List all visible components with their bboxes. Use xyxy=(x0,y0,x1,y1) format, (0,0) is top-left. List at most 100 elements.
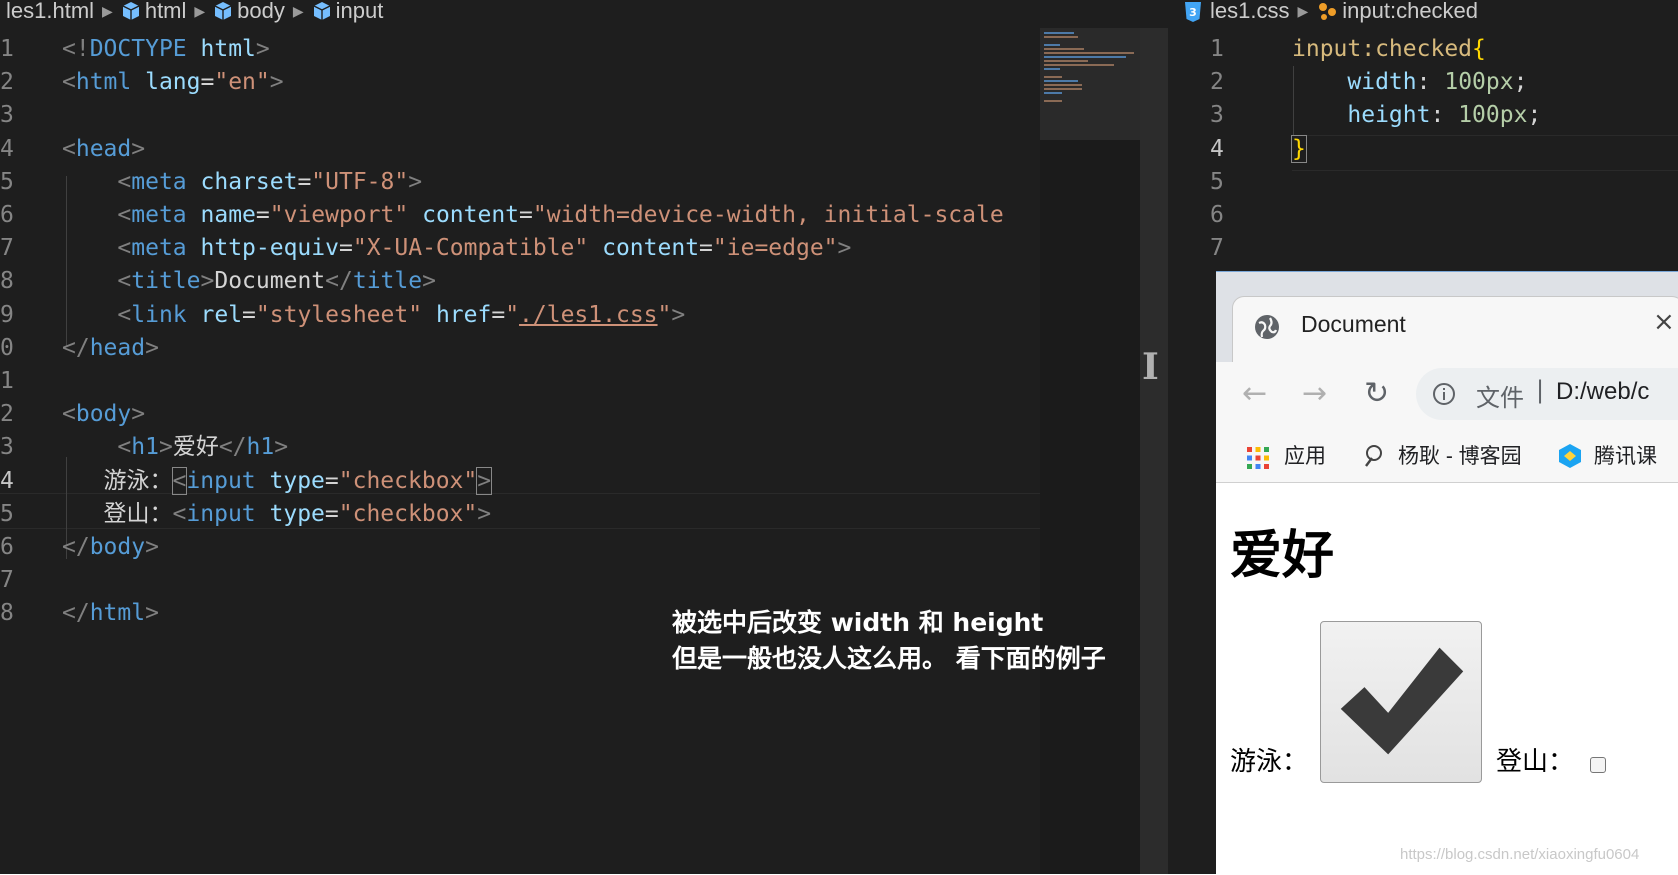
code-token: "UTF-8" xyxy=(311,168,409,195)
code-token: html xyxy=(200,36,256,62)
minimap-line xyxy=(1044,32,1074,34)
minimap-line xyxy=(1044,68,1060,70)
code-token: > xyxy=(422,268,436,295)
breadcrumb-input[interactable]: input xyxy=(336,0,384,22)
code-token: meta xyxy=(131,235,187,262)
code-token: html xyxy=(89,600,146,627)
reload-icon[interactable]: ↻ xyxy=(1364,376,1389,411)
info-icon[interactable] xyxy=(1432,382,1456,406)
arrow-right-icon[interactable]: → xyxy=(1302,376,1327,411)
minimap-line xyxy=(1044,48,1084,50)
browser-toolbar: ← → ↻ 文件 | D:/web/c xyxy=(1216,362,1678,430)
html-editor-pane[interactable]: les1.html ▶ html ▶ body ▶ input 1 <!DOCTYPE htm… xyxy=(0,0,1170,874)
minimap-line xyxy=(1044,80,1078,82)
code-token: " xyxy=(657,301,672,328)
text-cursor-icon: I xyxy=(1142,346,1159,388)
code-token: { xyxy=(1472,36,1486,62)
code-token: "en" xyxy=(214,69,270,96)
code-token: head xyxy=(75,135,132,162)
code-token: = xyxy=(699,235,713,262)
cube-icon xyxy=(214,2,232,20)
apps-grid-icon[interactable] xyxy=(1246,446,1270,470)
bookmark-tencent[interactable]: 腾讯课 xyxy=(1594,440,1657,470)
code-token: type xyxy=(269,500,325,527)
line-number: 7 xyxy=(1210,235,1224,262)
annotation-note: 被选中后改变 width 和 height 但是一般也没人这么用。 看下面的例子 xyxy=(672,605,1106,677)
code-token: Document xyxy=(214,268,326,295)
code-token: > xyxy=(274,434,289,461)
breadcrumb-body[interactable]: body xyxy=(237,0,285,22)
arrow-left-icon[interactable]: ← xyxy=(1242,376,1267,411)
breadcrumb-css-file[interactable]: les1.css xyxy=(1210,0,1289,22)
code-token: 游泳： xyxy=(62,467,173,494)
minimap-line xyxy=(1044,56,1126,58)
close-icon[interactable]: × xyxy=(1653,307,1675,337)
code-token: input xyxy=(186,500,256,527)
code-token: </ xyxy=(62,600,90,627)
minimap[interactable] xyxy=(1040,28,1140,874)
code-token: < xyxy=(62,69,76,96)
code-token: </ xyxy=(62,334,90,361)
code-token: } xyxy=(1291,134,1307,163)
code-token: head xyxy=(89,334,146,361)
code-token: "checkbox" xyxy=(338,500,478,527)
code-token: rel xyxy=(200,301,243,328)
chevron-right-icon: ▶ xyxy=(292,3,304,19)
code-text: width: 100px; xyxy=(1292,65,1527,100)
climb-checkbox[interactable] xyxy=(1590,757,1606,773)
breadcrumb-symbol[interactable]: input:checked xyxy=(1342,0,1478,22)
line-number: 1 xyxy=(0,368,14,394)
code-token: < xyxy=(117,434,132,461)
code-token: content xyxy=(422,202,520,228)
line-number: 6 xyxy=(0,534,14,560)
code-token: 爱好 xyxy=(172,434,219,461)
line-number: 2 xyxy=(0,69,14,96)
code-token: "width=device-width, initial-scale xyxy=(532,202,1004,228)
code-token: link xyxy=(131,301,187,328)
code-token: > xyxy=(200,268,215,295)
code-text: <h1>爱好</h1> xyxy=(62,430,288,465)
code-text: input:checked{ xyxy=(1292,32,1486,67)
address-bar[interactable]: 文件 | D:/web/c xyxy=(1416,368,1678,420)
code-token: 100px xyxy=(1458,102,1528,129)
browser-window[interactable]: Document × ← → ↻ 文件 | D:/web/c 应用 杨耿 - 博… xyxy=(1216,271,1678,875)
bookmark-cnblogs[interactable]: 杨耿 - 博客园 xyxy=(1398,440,1522,470)
swim-checkbox[interactable] xyxy=(1320,621,1482,783)
line-number: 4 xyxy=(0,467,14,494)
svg-text:3: 3 xyxy=(1189,6,1197,19)
tencent-class-icon xyxy=(1559,444,1581,468)
code-token: > xyxy=(477,500,492,527)
line-number: 6 xyxy=(0,202,14,228)
url-text[interactable]: D:/web/c xyxy=(1556,378,1649,406)
breadcrumb-file[interactable]: les1.html xyxy=(6,0,94,22)
cnblogs-icon xyxy=(1365,445,1382,467)
minimap-line xyxy=(1044,44,1060,46)
code-text: </body> xyxy=(62,530,159,565)
code-text: <body> xyxy=(62,397,145,432)
symbol-class-icon xyxy=(1319,3,1337,20)
cube-icon xyxy=(122,2,140,20)
code-token: ; xyxy=(1513,69,1528,96)
line-number: 5 xyxy=(0,500,14,527)
code-token: h1 xyxy=(131,434,159,461)
checkmark-icon xyxy=(1340,647,1464,755)
code-token: > xyxy=(158,434,173,461)
code-token: < xyxy=(117,168,132,195)
code-token: "ie=edge" xyxy=(712,235,838,262)
code-token: < xyxy=(117,301,132,328)
code-token: = xyxy=(200,69,215,96)
bookmark-apps[interactable]: 应用 xyxy=(1284,440,1326,470)
browser-tab[interactable]: Document × xyxy=(1232,296,1678,367)
breadcrumb-html[interactable]: html xyxy=(145,0,187,22)
line-number: 8 xyxy=(0,268,14,295)
vertical-scrollbar[interactable] xyxy=(1140,28,1168,874)
